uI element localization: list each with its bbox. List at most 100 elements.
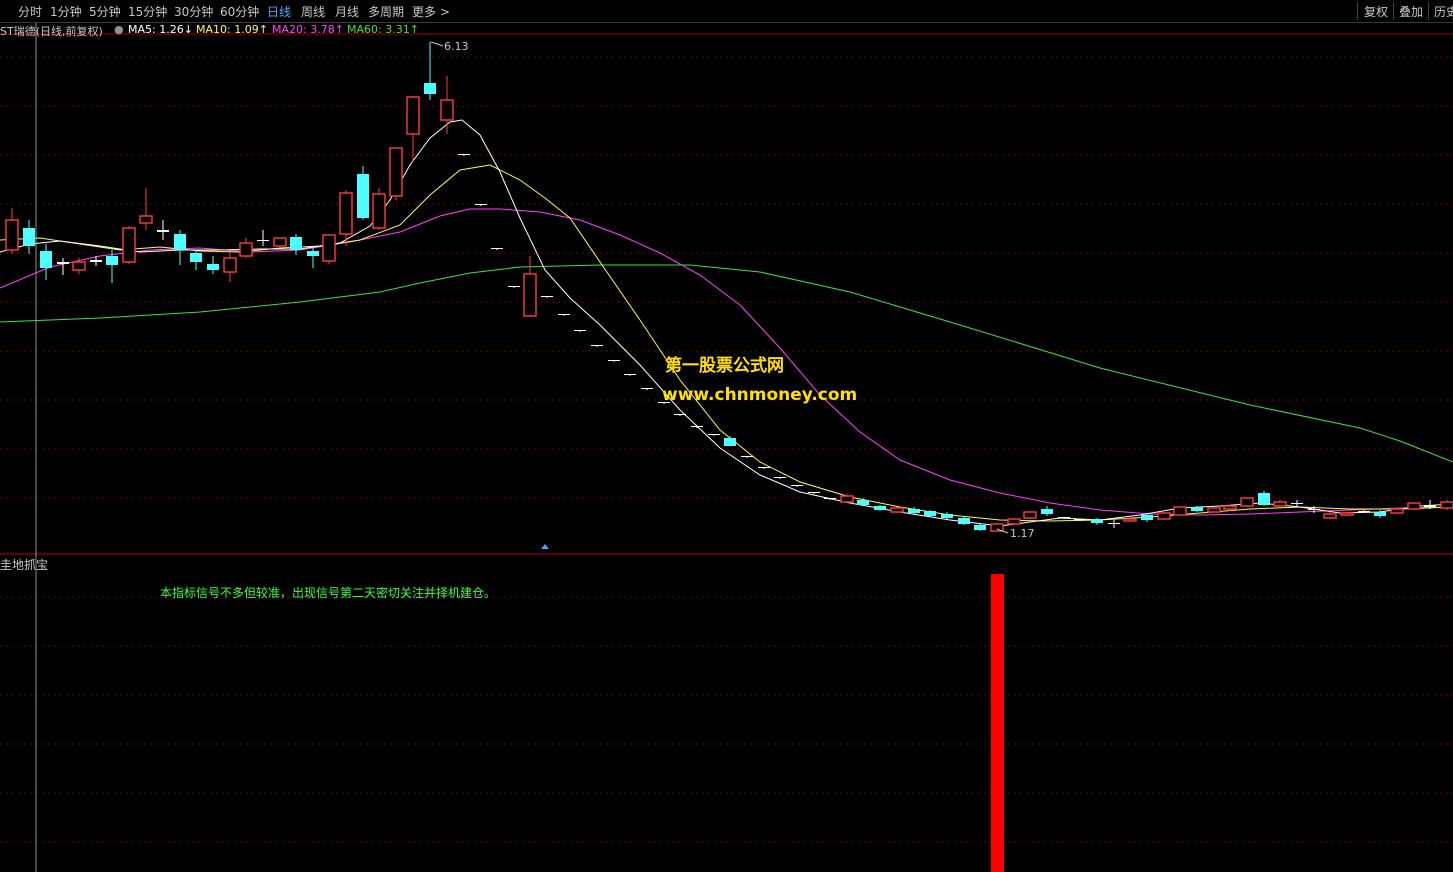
candle-body [840,495,854,503]
candle-body [257,240,269,241]
ma60-value: MA60: 3.31↑ [347,23,419,36]
candle-body [290,237,302,250]
candle-body [741,456,753,457]
candle-body [1340,512,1354,516]
candle-body [674,414,686,415]
stock-name-label: ST瑞德(日线,前复权) [0,25,103,38]
grid-lines [0,56,1453,843]
candle-body [774,477,786,478]
candle-body [406,96,420,135]
candle-body [958,518,970,524]
candle-body [624,374,636,375]
candle-body [591,345,603,346]
low-price-label: 1.17 [1010,527,1035,540]
candle-body [1240,497,1254,507]
candle-body [157,230,169,232]
candle-body [691,426,703,427]
ma5-value: MA5: 1.26↓ [128,23,193,36]
candle-body [491,248,503,249]
candle-body [1390,508,1404,514]
candle-body [1223,505,1237,510]
candle-body [1424,505,1436,507]
candle-body [1191,507,1203,511]
candle-body [724,438,736,446]
candle-body [641,388,653,389]
candle-body [808,492,820,493]
candle-body [574,330,586,331]
candle-body [1291,503,1303,504]
candle-body [941,514,953,518]
candle-body [273,237,287,247]
candle-body [57,262,69,264]
candle-body [1058,517,1070,518]
candle-body [1407,502,1421,510]
settings-icon[interactable]: ● [114,23,124,36]
candle-body [5,219,19,251]
candle-body [440,99,454,121]
candle-body [1141,515,1153,520]
candle-body [239,242,253,257]
candle-body [541,296,553,297]
candle-body [1041,509,1053,514]
candle-body [458,154,470,155]
candle-body [890,507,904,513]
candle-body [791,485,803,486]
ma10-value: MA10: 1.09↑ [196,23,268,36]
candle-body [1108,523,1120,524]
candle-body [23,228,35,246]
candle-body [874,506,886,510]
ma10-line [0,164,1453,522]
candle-body [190,253,202,262]
candle-body [424,83,436,94]
candle-body [223,257,237,273]
candle-body [389,147,403,197]
candle-body [1308,509,1320,510]
candle-body [1157,512,1171,520]
candle-body [558,314,570,315]
candle-body [990,523,1004,532]
candle-body [372,193,386,229]
candle-body [974,525,986,530]
candle-body [1440,501,1453,509]
candle-body [758,467,770,468]
candle-body [857,500,869,505]
candle-body [1358,511,1370,512]
ma5-line [0,119,1453,527]
candle-body [1258,493,1270,505]
candle-body [908,509,920,513]
candle-body [1323,513,1337,519]
indicator-note: 本指标信号不多但较准，出现信号第二天密切关注并择机建仓。 [160,586,497,600]
candle-body [1207,507,1221,513]
candle-body [708,434,720,435]
candle-body [207,264,219,270]
candle-body [1273,501,1287,507]
candle-body [357,174,369,218]
candle-body [40,251,52,268]
candle-body [1074,519,1086,520]
candle-body [122,227,136,263]
candle-body [339,192,353,235]
indicator-title: 圭地抓宝 [0,558,49,572]
candle-body [824,498,836,499]
candle-body [475,204,487,205]
candle-body [1007,518,1021,525]
candle-body [1173,506,1187,516]
high-price-label: 6.13 [444,40,469,53]
watermark-title: 第一股票公式网 [665,356,784,376]
ma20-value: MA20: 3.78↑ [272,23,344,36]
kline-chart[interactable] [0,0,1453,872]
watermark-url: www.chnmoney.com [662,385,858,405]
candle-body [1123,518,1137,522]
candle-body [90,260,102,262]
high-pointer [430,41,444,47]
candle-body [106,256,118,265]
candle-body [139,215,153,224]
candle-body [608,360,620,361]
signal-bar [991,574,1004,872]
marker-icon [541,544,549,549]
candle-body [1374,512,1386,516]
candle-body [174,234,186,250]
candle-body [1023,511,1037,519]
candlesticks [5,42,1453,532]
candle-body [72,261,86,271]
